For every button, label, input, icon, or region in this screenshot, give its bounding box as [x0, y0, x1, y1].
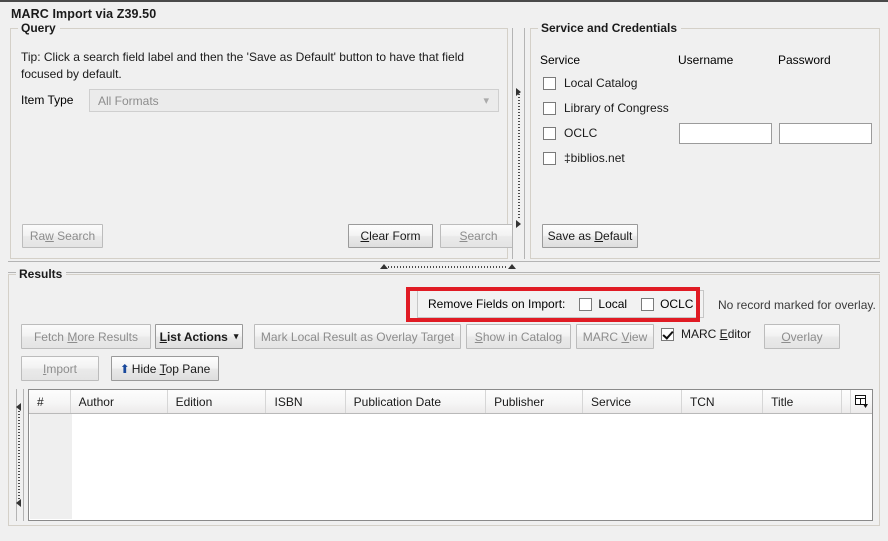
marc-view-button[interactable]: MARC View — [576, 324, 654, 349]
column-header-publication-date[interactable]: Publication Date — [346, 390, 486, 413]
biblios-net-label: ‡biblios.net — [564, 151, 625, 165]
service-group-title: Service and Credentials — [538, 21, 681, 35]
save-as-default-button[interactable]: Save as Default — [542, 224, 638, 248]
clear-form-label: Clear Form — [360, 229, 420, 243]
item-type-select[interactable]: All Formats ▾ — [89, 89, 499, 112]
splitter-grip — [518, 94, 520, 220]
splitter-collapse-up-icon-2[interactable] — [508, 264, 516, 269]
clear-form-button[interactable]: Clear Form — [348, 224, 433, 248]
list-actions-label: List Actions — [160, 330, 228, 344]
oclc-label: OCLC — [564, 126, 597, 140]
marc-editor-toggle[interactable]: MARC Editor — [661, 327, 751, 341]
column-picker-icon[interactable] — [850, 390, 872, 413]
fetch-more-results-label: Fetch More Results — [34, 330, 138, 344]
marc-editor-label: MARC Editor — [681, 327, 751, 341]
show-in-catalog-label: Show in Catalog — [475, 330, 562, 344]
remove-fields-local-label: Local — [598, 297, 627, 311]
service-column-header: Service — [540, 53, 580, 67]
library-of-congress-label: Library of Congress — [564, 101, 669, 115]
top-bottom-splitter[interactable] — [8, 261, 880, 273]
remove-fields-label: Remove Fields on Import: — [428, 297, 565, 311]
splitter-grip-horizontal — [388, 266, 506, 268]
service-credentials-group: Service and Credentials Service Username… — [530, 28, 880, 259]
hide-top-pane-label: Hide Top Pane — [132, 362, 211, 376]
library-of-congress-checkbox[interactable] — [543, 102, 556, 115]
hide-top-pane-button[interactable]: ⬆Hide Top Pane — [111, 356, 219, 381]
overlay-status-text: No record marked for overlay. — [718, 298, 876, 312]
column-header-author[interactable]: Author — [71, 390, 168, 413]
row-number-column-strip — [30, 414, 73, 519]
local-catalog-label: Local Catalog — [564, 76, 637, 90]
marc-import-window: MARC Import via Z39.50 Query Tip: Click … — [0, 0, 888, 541]
save-as-default-label: Save as Default — [548, 229, 633, 243]
username-column-header: Username — [678, 53, 733, 67]
item-type-label: Item Type — [21, 93, 73, 107]
remove-fields-oclc-checkbox[interactable] — [641, 298, 654, 311]
search-button[interactable]: Search — [440, 224, 517, 248]
query-service-splitter[interactable] — [512, 28, 525, 259]
mark-overlay-target-label: Mark Local Result as Overlay Target — [261, 330, 454, 344]
biblios-net-checkbox[interactable] — [543, 152, 556, 165]
arrow-up-icon: ⬆ — [120, 362, 130, 376]
remove-fields-oclc-option[interactable]: OCLC — [641, 297, 693, 311]
import-label: Import — [43, 362, 77, 376]
remove-fields-oclc-label: OCLC — [660, 297, 693, 311]
chevron-down-icon: ▾ — [483, 94, 489, 107]
splitter-collapse-right-icon-2[interactable] — [516, 220, 521, 228]
marc-view-label: MARC View — [583, 330, 647, 344]
column-header-publisher[interactable]: Publisher — [486, 390, 583, 413]
splitter-collapse-right-icon[interactable] — [516, 88, 521, 96]
service-row-local-catalog[interactable]: Local Catalog — [543, 76, 637, 90]
results-splitter-collapse-left-icon-2[interactable] — [16, 499, 21, 507]
column-header-edition[interactable]: Edition — [168, 390, 267, 413]
overlay-button[interactable]: Overlay — [764, 324, 840, 349]
raw-search-label: Raw Search — [30, 229, 95, 243]
local-catalog-checkbox[interactable] — [543, 77, 556, 90]
oclc-checkbox[interactable] — [543, 127, 556, 140]
show-in-catalog-button[interactable]: Show in Catalog — [466, 324, 571, 349]
column-header-isbn[interactable]: ISBN — [266, 390, 345, 413]
results-group-title: Results — [16, 267, 66, 281]
query-group: Query Tip: Click a search field label an… — [10, 28, 508, 259]
column-header-number[interactable]: # — [29, 390, 71, 413]
column-header-spacer — [842, 390, 850, 413]
results-splitter-collapse-left-icon[interactable] — [16, 403, 21, 411]
page-title: MARC Import via Z39.50 — [11, 7, 156, 21]
search-label: Search — [459, 229, 497, 243]
import-button[interactable]: Import — [21, 356, 99, 381]
results-splitter-grip — [18, 411, 20, 499]
password-column-header: Password — [778, 53, 831, 67]
fetch-more-results-button[interactable]: Fetch More Results — [21, 324, 151, 349]
list-actions-button[interactable]: List Actions ▾ — [155, 324, 243, 349]
service-row-library-of-congress[interactable]: Library of Congress — [543, 101, 669, 115]
query-tip-text: Tip: Click a search field label and then… — [21, 49, 499, 83]
results-group: Results Remove Fields on Import: Local O… — [8, 274, 880, 526]
splitter-collapse-up-icon[interactable] — [380, 264, 388, 269]
remove-fields-on-import-panel: Remove Fields on Import: Local OCLC — [417, 290, 704, 318]
service-row-oclc[interactable]: OCLC — [543, 126, 597, 140]
service-row-biblios-net[interactable]: ‡biblios.net — [543, 151, 625, 165]
results-table-left-splitter[interactable] — [13, 389, 25, 521]
column-header-title[interactable]: Title — [763, 390, 842, 413]
remove-fields-local-option[interactable]: Local — [579, 297, 627, 311]
query-group-title: Query — [18, 21, 60, 35]
remove-fields-local-checkbox[interactable] — [579, 298, 592, 311]
marc-editor-checkbox[interactable] — [661, 328, 674, 341]
oclc-username-input[interactable] — [679, 123, 772, 144]
overlay-label: Overlay — [781, 330, 822, 344]
item-type-value: All Formats — [90, 94, 159, 108]
mark-local-result-as-overlay-target-button[interactable]: Mark Local Result as Overlay Target — [254, 324, 461, 349]
results-table-body[interactable] — [72, 414, 872, 520]
caret-down-icon: ▾ — [234, 331, 239, 342]
raw-search-button[interactable]: Raw Search — [22, 224, 103, 248]
column-header-tcn[interactable]: TCN — [682, 390, 763, 413]
results-table[interactable]: # Author Edition ISBN Publication Date P… — [28, 389, 873, 521]
oclc-password-input[interactable] — [779, 123, 872, 144]
column-header-service[interactable]: Service — [583, 390, 682, 413]
results-table-header-row: # Author Edition ISBN Publication Date P… — [29, 390, 872, 414]
